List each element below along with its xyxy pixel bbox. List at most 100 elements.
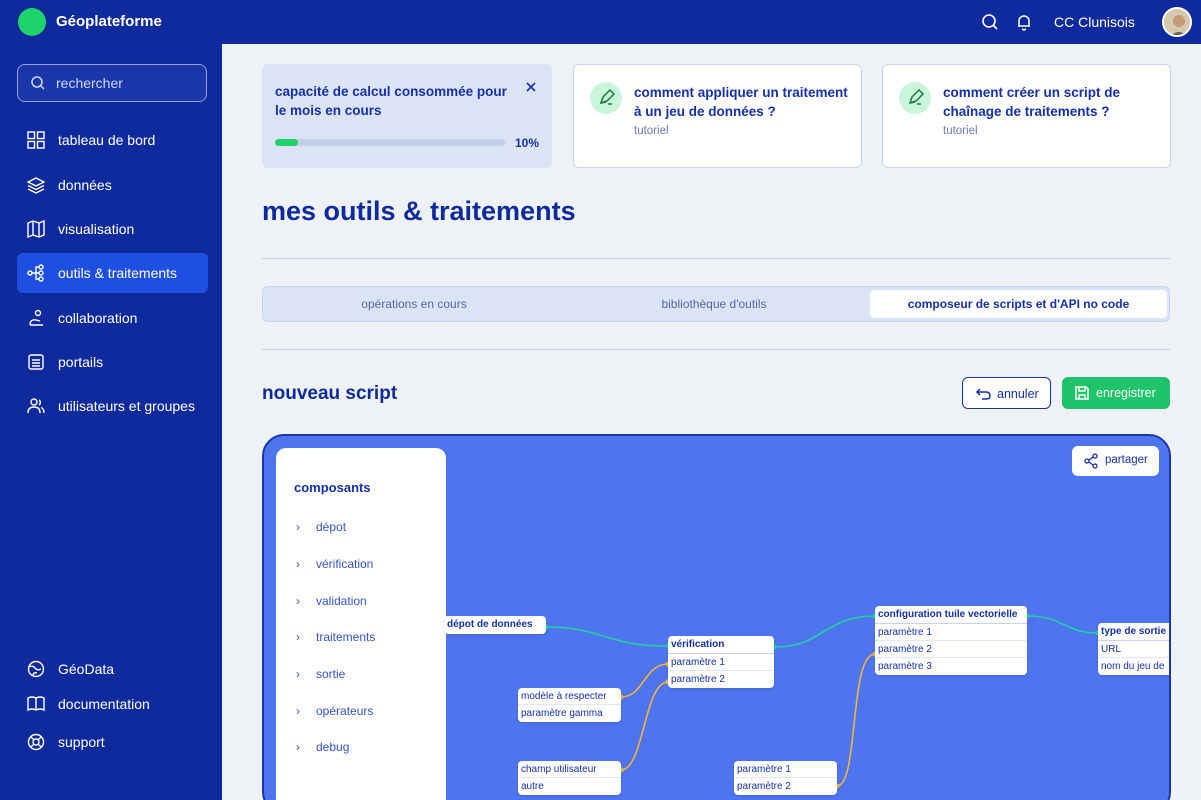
usage-card: capacité de calcul consommée pour le moi… <box>262 64 552 168</box>
tutorial-type: tutoriel <box>634 125 669 137</box>
tutorial-card-apply[interactable]: comment appliquer un traitement à un jeu… <box>573 64 862 168</box>
organization-name[interactable]: CC Clunisois <box>1054 14 1135 30</box>
component-item-operators[interactable]: › opérateurs <box>296 704 373 718</box>
sidebar-item-support[interactable]: support <box>17 722 208 762</box>
node-param[interactable]: paramètre 1 <box>875 624 1027 641</box>
sidebar-item-label: tableau de bord <box>58 132 156 148</box>
sidebar-item-users[interactable]: utilisateurs et groupes <box>17 386 208 426</box>
chevron-right-icon: › <box>296 740 300 754</box>
cancel-button[interactable]: annuler <box>962 377 1051 409</box>
node-param[interactable]: URL <box>1098 641 1169 658</box>
tutorial-title: comment créer un script de chaînage de t… <box>943 85 1121 119</box>
sidebar-item-label: données <box>58 177 112 193</box>
search-input[interactable] <box>56 73 196 93</box>
brand-name: Géoplateforme <box>56 13 162 30</box>
component-item-depot[interactable]: › dépot <box>296 520 346 534</box>
node-vector-tile-config[interactable]: configuration tuile vectorielle paramètr… <box>875 606 1027 675</box>
node-param[interactable]: paramètre 2 <box>734 778 837 795</box>
share-label: partager <box>1105 454 1148 466</box>
sidebar-item-label: visualisation <box>58 221 135 237</box>
node-output-type[interactable]: type de sortie URL nom du jeu de <box>1098 623 1169 675</box>
component-label: validation <box>316 594 367 608</box>
component-item-debug[interactable]: › debug <box>296 740 349 754</box>
node-param[interactable]: paramètre 2 <box>875 641 1027 658</box>
sidebar-item-portals[interactable]: portails <box>17 342 208 382</box>
undo-icon <box>975 388 991 400</box>
sidebar-item-label: utilisateurs et groupes <box>58 398 195 414</box>
node-verification[interactable]: vérification paramètre 1 paramètre 2 <box>668 636 774 688</box>
node-param[interactable]: paramètre 1 <box>734 761 837 778</box>
node-param[interactable]: paramètre 2 <box>668 671 774 688</box>
node-param[interactable]: paramètre gamma <box>518 705 621 722</box>
sidebar-item-tools[interactable]: outils & traitements <box>17 253 208 293</box>
sidebar-item-collaboration[interactable]: collaboration <box>17 298 208 338</box>
sidebar-item-label: portails <box>58 354 104 370</box>
save-button[interactable]: enregistrer <box>1062 377 1170 409</box>
node-param[interactable]: paramètre 1 <box>668 654 774 671</box>
node-user-field[interactable]: champ utilisateur autre <box>518 761 621 795</box>
share-icon <box>1084 453 1098 469</box>
node-param[interactable]: champ utilisateur <box>518 761 621 778</box>
sidebar-item-dashboard[interactable]: tableau de bord <box>17 120 208 160</box>
usage-percent: 10% <box>515 136 540 150</box>
sidebar-item-label: documentation <box>58 696 150 712</box>
bell-icon[interactable] <box>1014 12 1034 32</box>
sidebar-item-geodata[interactable]: GéoData <box>17 649 208 689</box>
logo-icon <box>18 8 46 36</box>
component-label: opérateurs <box>316 704 374 718</box>
cancel-label: annuler <box>997 387 1039 401</box>
search-icon[interactable] <box>980 12 1000 32</box>
save-icon <box>1075 386 1089 400</box>
node-param[interactable]: modèle à respecter <box>518 688 621 705</box>
sidebar-item-documentation[interactable]: documentation <box>17 684 208 724</box>
tab-library[interactable]: bibliothèque d'outils <box>566 290 862 318</box>
search-box[interactable] <box>17 64 207 102</box>
tab-operations[interactable]: opérations en cours <box>266 290 562 318</box>
tab-script-composer[interactable]: composeur de scripts et d'API no code <box>870 290 1167 318</box>
wire-depot-verification <box>545 626 669 647</box>
component-label: traitements <box>316 630 376 644</box>
sidebar-item-label: support <box>58 734 105 750</box>
script-title: nouveau script <box>262 383 398 404</box>
component-item-processing[interactable]: › traitements <box>296 630 375 644</box>
sidebar-item-label: outils & traitements <box>58 265 178 281</box>
chevron-right-icon: › <box>296 557 300 571</box>
component-item-output[interactable]: › sortie <box>296 667 345 681</box>
component-label: vérification <box>316 557 374 571</box>
tutorial-card-script[interactable]: comment créer un script de chaînage de t… <box>882 64 1171 168</box>
dashboard-icon <box>27 131 45 149</box>
node-param[interactable]: autre <box>518 778 621 795</box>
portal-icon <box>28 354 44 370</box>
usage-title: capacité de calcul consommée pour le moi… <box>275 84 507 118</box>
chevron-right-icon: › <box>296 520 300 534</box>
sidebar-item-label: GéoData <box>58 661 115 677</box>
globe-icon <box>27 660 45 678</box>
node-param[interactable]: paramètre 3 <box>875 658 1027 675</box>
node-title: type de sortie <box>1098 623 1169 641</box>
share-button[interactable]: partager <box>1072 446 1159 476</box>
component-item-verification[interactable]: › vérification <box>296 557 373 571</box>
sidebar-item-data[interactable]: données <box>17 165 208 205</box>
pencil-icon <box>599 88 616 105</box>
wire-verification-config <box>773 615 876 648</box>
pencil-icon <box>908 88 925 105</box>
usage-progress-bar <box>275 139 505 146</box>
component-label: sortie <box>316 667 346 681</box>
tutorial-badge <box>899 82 931 114</box>
page-title: mes outils & traitements <box>262 196 576 226</box>
node-params-group[interactable]: paramètre 1 paramètre 2 <box>734 761 837 795</box>
chevron-right-icon: › <box>296 630 300 644</box>
node-model-params[interactable]: modèle à respecter paramètre gamma <box>518 688 621 722</box>
avatar[interactable] <box>1162 7 1192 37</box>
sidebar-item-visualisation[interactable]: visualisation <box>17 209 208 249</box>
node-title: configuration tuile vectorielle <box>875 606 1027 624</box>
close-icon[interactable] <box>525 81 537 93</box>
node-depot[interactable]: dépot de données <box>444 616 546 634</box>
node-param[interactable]: nom du jeu de <box>1098 658 1169 675</box>
user-photo-icon <box>1164 9 1190 35</box>
node-title: dépot de données <box>447 619 533 630</box>
component-item-validation[interactable]: › validation <box>296 594 367 608</box>
lifebuoy-icon <box>27 733 45 751</box>
component-label: debug <box>316 740 350 754</box>
script-canvas[interactable]: composants › dépot › vérification › validat… <box>262 434 1171 800</box>
